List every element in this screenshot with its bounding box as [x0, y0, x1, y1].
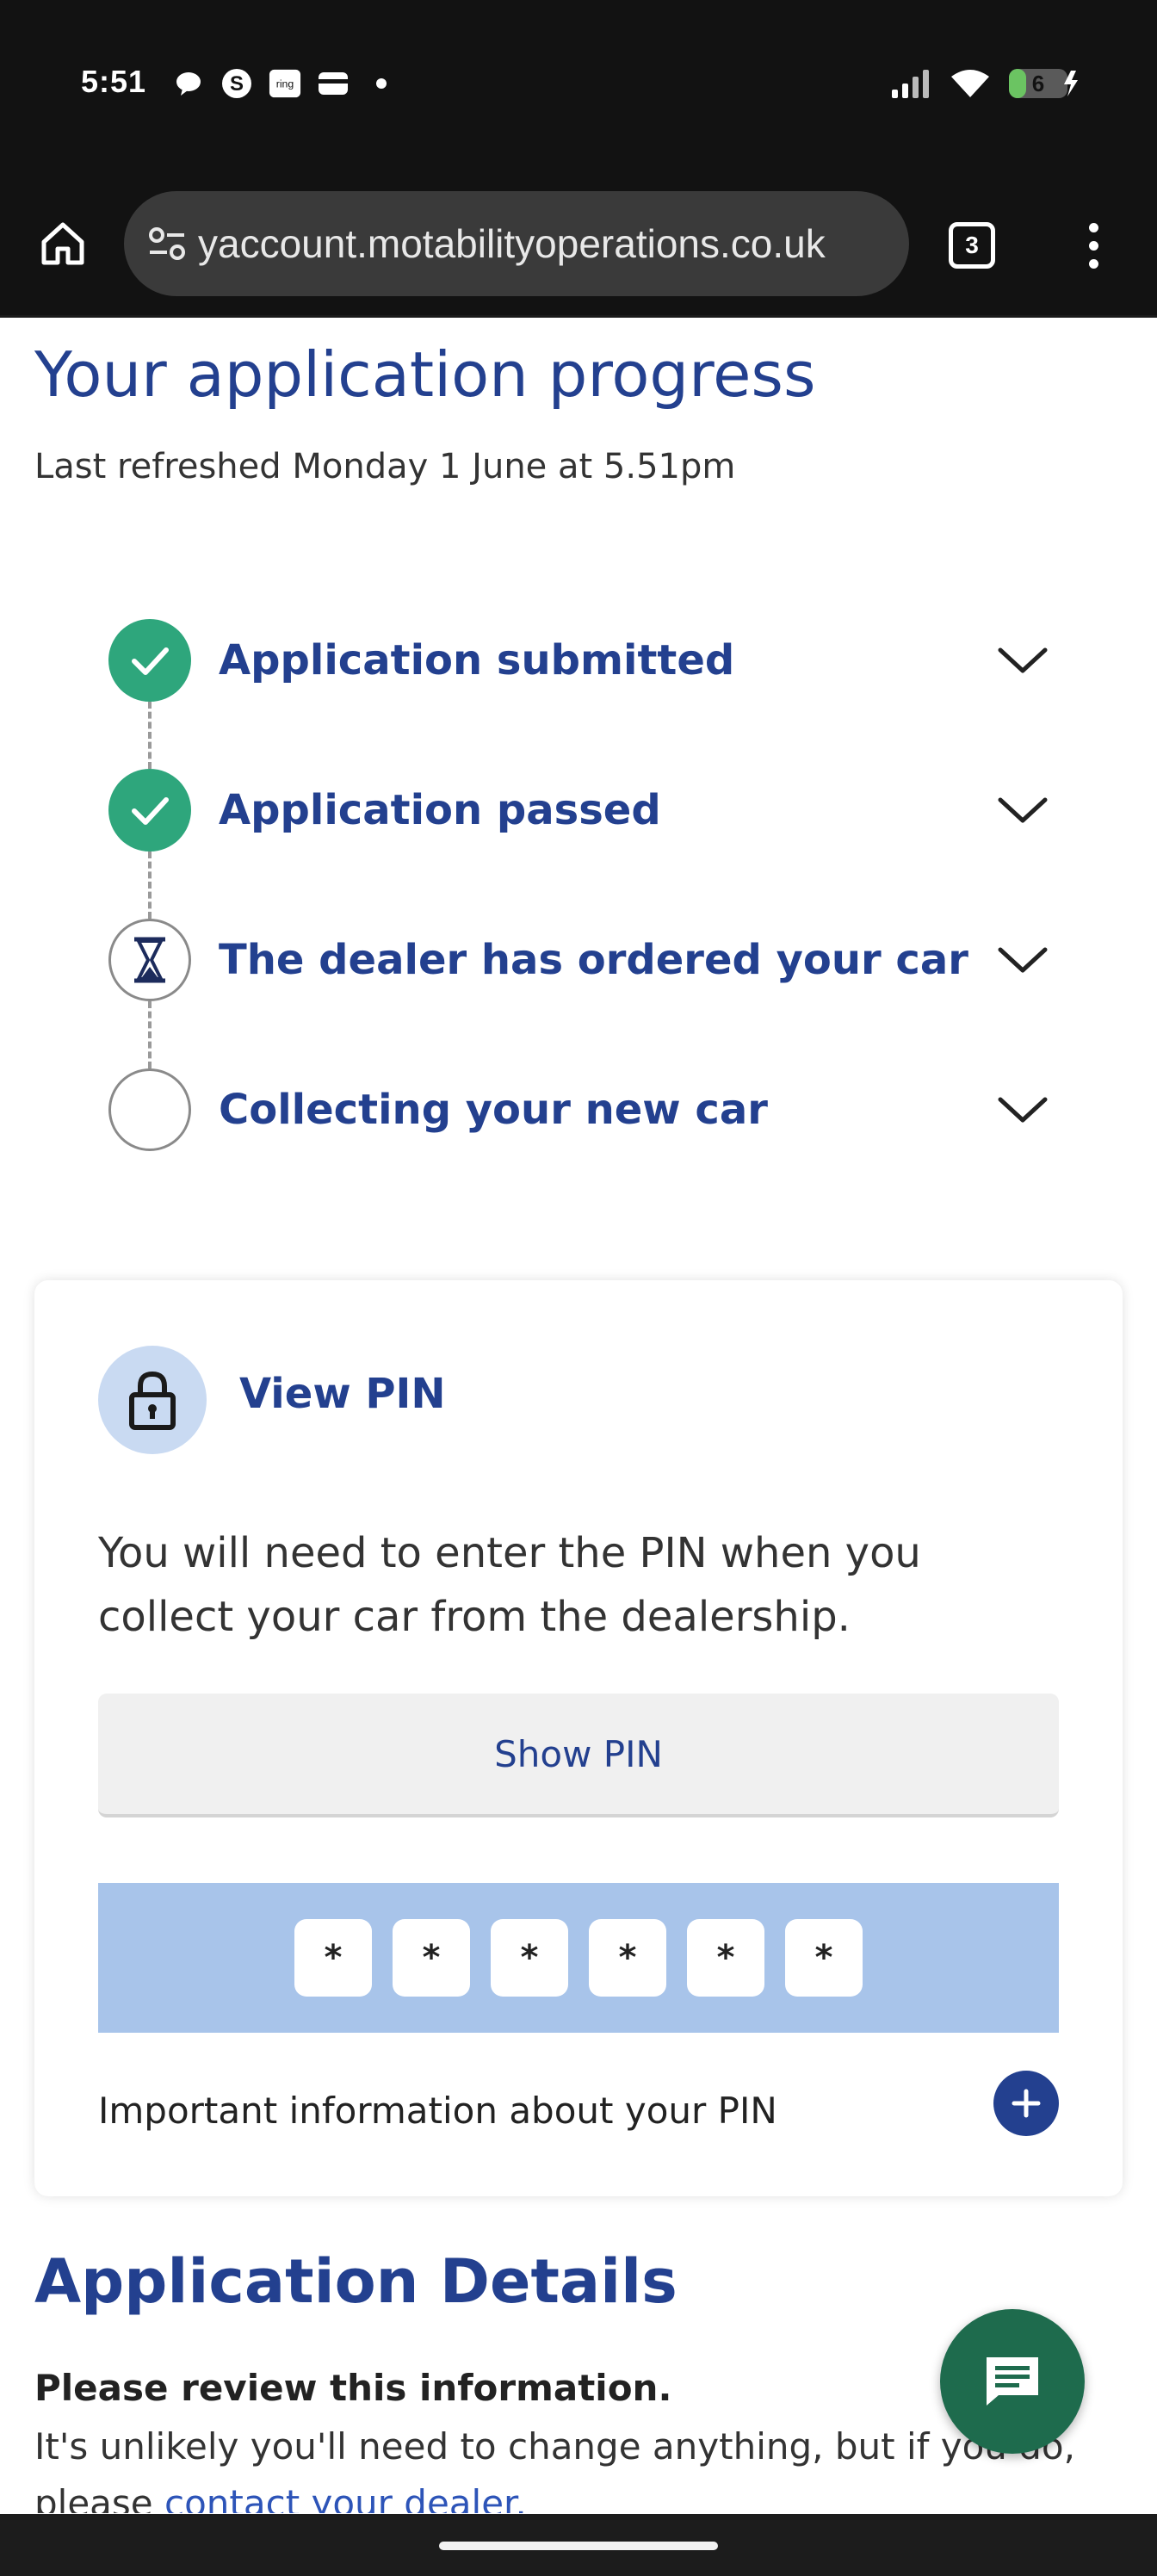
- signal-icon: [890, 67, 933, 100]
- chevron-down-icon[interactable]: [995, 643, 1050, 678]
- menu-dot-icon: [1088, 222, 1098, 232]
- step-collecting-car[interactable]: Collecting your new car: [0, 1068, 1157, 1172]
- check-icon: [108, 769, 191, 851]
- chevron-down-icon[interactable]: [995, 943, 1050, 977]
- step-dealer-ordered[interactable]: The dealer has ordered your car: [0, 919, 1157, 1022]
- home-button[interactable]: [34, 215, 91, 272]
- status-time: 5:51: [81, 64, 147, 99]
- step-application-passed[interactable]: Application passed: [0, 769, 1157, 872]
- menu-dot-icon: [1088, 240, 1098, 251]
- step-label: Application submitted: [219, 636, 735, 684]
- url-text[interactable]: yaccount.motabilityoperations.co.uk: [198, 220, 826, 267]
- pin-digit: *: [491, 1919, 568, 1997]
- chat-icon: [987, 2357, 1038, 2406]
- pending-circle-icon: [108, 1068, 191, 1151]
- pin-digit: *: [687, 1919, 764, 1997]
- wallet-icon: [317, 67, 350, 100]
- pin-digit: *: [393, 1919, 470, 1997]
- show-pin-button[interactable]: Show PIN: [98, 1694, 1059, 1817]
- svg-text:6: 6: [1032, 71, 1044, 96]
- site-settings-icon[interactable]: [145, 221, 189, 266]
- hourglass-icon: [108, 919, 191, 1001]
- contact-dealer-link[interactable]: contact your dealer.: [164, 2482, 527, 2513]
- browser-toolbar: yaccount.motabilityoperations.co.uk 3: [0, 172, 1157, 315]
- pin-card-title: View PIN: [239, 1370, 446, 1418]
- pin-info-label[interactable]: Important information about your PIN: [98, 2090, 777, 2132]
- menu-dot-icon: [1088, 258, 1098, 269]
- home-icon: [41, 222, 84, 265]
- notification-icons: S ring: [172, 67, 398, 100]
- chevron-down-icon[interactable]: [995, 1093, 1050, 1127]
- last-refreshed-text: Last refreshed Monday 1 June at 5.51pm: [34, 447, 736, 486]
- browser-menu-button[interactable]: [1067, 215, 1119, 276]
- chevron-down-icon[interactable]: [995, 793, 1050, 827]
- check-icon: [108, 619, 191, 702]
- svg-text:S: S: [230, 72, 244, 96]
- gesture-handle[interactable]: [439, 2542, 718, 2550]
- wifi-icon: [949, 67, 992, 100]
- page-content: Your application progress Last refreshed…: [0, 318, 1157, 2513]
- application-details-heading: Application Details: [34, 2246, 677, 2317]
- pin-digit: *: [294, 1919, 372, 1997]
- step-label: The dealer has ordered your car: [219, 936, 968, 984]
- chat-bubble-icon: [172, 67, 205, 100]
- tab-switcher-button[interactable]: 3: [949, 222, 995, 269]
- chat-button[interactable]: [940, 2309, 1085, 2454]
- review-notice: Please review this information.: [34, 2367, 672, 2409]
- details-paragraph: It's unlikely you'll need to change anyt…: [34, 2418, 1102, 2513]
- step-label: Collecting your new car: [219, 1086, 768, 1134]
- system-nav-bar: [0, 2514, 1157, 2576]
- pin-digit: *: [785, 1919, 863, 1997]
- svg-text:ring: ring: [276, 78, 294, 90]
- status-bar: 5:51 S ring 6: [0, 0, 1157, 172]
- pin-digit: *: [589, 1919, 666, 1997]
- view-pin-card: View PIN You will need to enter the PIN …: [34, 1280, 1123, 2196]
- plus-icon[interactable]: [993, 2071, 1059, 2136]
- system-icons: 6: [890, 67, 1080, 100]
- lock-icon: [98, 1346, 207, 1454]
- address-bar[interactable]: yaccount.motabilityoperations.co.uk: [124, 191, 909, 296]
- pin-display: * * * * * *: [98, 1883, 1059, 2033]
- page-title: Your application progress: [34, 338, 816, 411]
- step-application-submitted[interactable]: Application submitted: [0, 619, 1157, 722]
- pin-description: You will need to enter the PIN when you …: [98, 1529, 921, 1641]
- skype-icon: S: [220, 67, 253, 100]
- ring-icon: ring: [269, 67, 301, 100]
- dot-icon: [365, 67, 398, 100]
- step-label: Application passed: [219, 786, 661, 834]
- battery-icon: 6: [1007, 67, 1080, 100]
